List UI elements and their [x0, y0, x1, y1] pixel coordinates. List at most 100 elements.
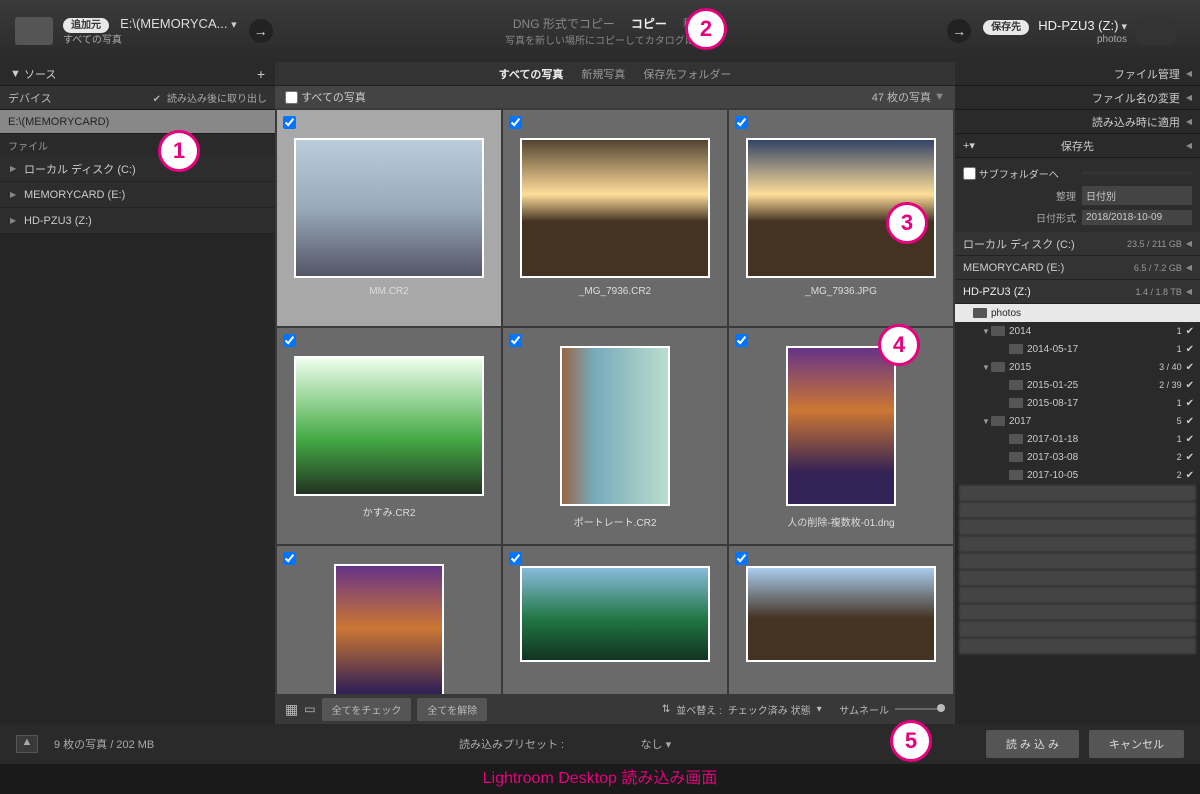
thumb-image [560, 346, 670, 506]
grid-footer: ▦ ▭ 全てをチェック 全てを解除 ⇅ 並べ替え : チェック済み 状態 ▾ サ… [275, 694, 955, 724]
volume-row[interactable]: ローカル ディスク (C:)23.5 / 211 GB◀ [955, 232, 1200, 256]
dest-device-icon [1137, 17, 1175, 45]
photo-count: 47 枚の写真 [872, 89, 931, 105]
thumbnail-cell[interactable] [503, 546, 727, 694]
thumb-checkbox[interactable] [735, 334, 748, 347]
filter-tab[interactable]: 新規写真 [581, 66, 625, 82]
grid-panel: すべての写真 新規写真 保存先フォルダー すべての写真 47 枚の写真 ▼ MM.C… [275, 62, 955, 724]
thumbnail-cell[interactable] [277, 546, 501, 694]
drive-row[interactable]: ローカル ディスク (C:) [0, 156, 275, 182]
tree-node[interactable]: 2014-05-171✔ [955, 340, 1200, 358]
grid-view-icon[interactable]: ▦ [285, 701, 298, 718]
filter-tab[interactable]: すべての写真 [499, 66, 564, 82]
sort-icon[interactable]: ⇅ [662, 704, 670, 715]
volume-row[interactable]: MEMORYCARD (E:)6.5 / 7.2 GB◀ [955, 256, 1200, 280]
eject-after-import[interactable]: 読み込み後に取り出し [167, 94, 267, 105]
uncheck-all-button[interactable]: 全てを解除 [417, 698, 487, 721]
status-text: 9 枚の写真 / 202 MB [54, 736, 154, 752]
expand-button[interactable]: ▲ [16, 735, 38, 753]
annotation-badge: 1 [158, 130, 200, 172]
thumb-checkbox[interactable] [283, 552, 296, 565]
thumbnail-cell[interactable] [729, 546, 953, 694]
section-file-handling[interactable]: ファイル管理 [955, 62, 1200, 86]
caption: Lightroom Desktop 読み込み画面 [0, 764, 1200, 788]
annotation-badge: 4 [878, 324, 920, 366]
tree-node[interactable]: 2015-08-171✔ [955, 394, 1200, 412]
source-device-icon [15, 17, 53, 45]
files-section-header: ファイル [0, 134, 275, 156]
thumb-image [786, 346, 896, 506]
dest-label[interactable]: 保存先 [983, 20, 1029, 35]
thumb-image [746, 566, 936, 662]
source-header[interactable]: ▼ ソース + [0, 62, 275, 86]
tree-node[interactable]: ▼20141✔ [955, 322, 1200, 340]
source-panel: ▼ ソース + デバイス ✔読み込み後に取り出し E:\(MEMORYCARD)… [0, 62, 275, 724]
thumb-checkbox[interactable] [283, 116, 296, 129]
import-button[interactable]: 読 み 込 み [986, 730, 1079, 758]
source-title[interactable]: E:\(MEMORYCA... [120, 16, 231, 31]
device-section-header: デバイス ✔読み込み後に取り出し [0, 86, 275, 110]
thumb-filename: 人の削除-複数枚-01.dng [787, 514, 894, 529]
tree-node[interactable]: 2017-01-181✔ [955, 430, 1200, 448]
drive-row[interactable]: HD-PZU3 (Z:) [0, 208, 275, 234]
plus-icon[interactable]: +▾ [963, 139, 975, 152]
annotation-badge: 2 [685, 8, 727, 50]
check-all-button[interactable]: 全てをチェック [322, 698, 412, 721]
thumb-image [294, 138, 484, 278]
chevron-down-icon[interactable]: ▼ [934, 91, 945, 103]
top-bar: 追加元 E:\(MEMORYCA... ▾ すべての写真 → DNG 形式でコピ… [0, 0, 1200, 62]
single-view-icon[interactable]: ▭ [304, 702, 315, 716]
mode-description: 写真を新しい場所にコピーしてカタログに追加 [285, 32, 936, 47]
cancel-button[interactable]: キャンセル [1089, 730, 1184, 758]
thumb-checkbox[interactable] [735, 116, 748, 129]
from-label[interactable]: 追加元 [63, 18, 109, 33]
preset-select[interactable]: なし [641, 739, 663, 751]
thumbnail-cell[interactable]: 人の削除-複数枚-01.dng [729, 328, 953, 544]
source-subtitle: すべての写真 [63, 35, 122, 46]
dest-title[interactable]: HD-PZU3 (Z:) [1038, 18, 1118, 33]
subfolder-checkbox[interactable] [963, 167, 976, 180]
tree-node[interactable]: 2017-03-082✔ [955, 448, 1200, 466]
tree-node[interactable]: 2017-10-052✔ [955, 466, 1200, 484]
thumb-checkbox[interactable] [509, 334, 522, 347]
annotation-badge: 3 [886, 202, 928, 244]
dateformat-select[interactable]: 2018/2018-10-09 [1082, 210, 1192, 225]
annotation-badge: 5 [890, 720, 932, 762]
organize-select[interactable]: 日付別 [1082, 186, 1192, 205]
count-bar: すべての写真 47 枚の写真 ▼ [275, 86, 955, 108]
thumbnail-cell[interactable]: かすみ.CR2 [277, 328, 501, 544]
thumb-image [520, 566, 710, 662]
section-apply[interactable]: 読み込み時に適用 [955, 110, 1200, 134]
add-source-icon[interactable]: + [257, 66, 265, 82]
tree-node[interactable]: 2015-01-252 / 39✔ [955, 376, 1200, 394]
section-rename[interactable]: ファイル名の変更 [955, 86, 1200, 110]
thumbnail-cell[interactable]: MM.CR2 [277, 110, 501, 326]
tree-node[interactable]: ▼20153 / 40✔ [955, 358, 1200, 376]
right-panel: ファイル管理 ファイル名の変更 読み込み時に適用 +▾ 保存先 サブフォルダーへ… [955, 62, 1200, 724]
thumbnail-grid: MM.CR2_MG_7936.CR2_MG_7936.JPGかすみ.CR2ポート… [275, 108, 955, 694]
thumb-checkbox[interactable] [735, 552, 748, 565]
device-row[interactable]: E:\(MEMORYCARD) [0, 110, 275, 134]
copy-mode-1[interactable]: コピー [631, 17, 667, 31]
section-destination[interactable]: +▾ 保存先 [955, 134, 1200, 158]
filter-tab[interactable]: 保存先フォルダー [643, 66, 731, 82]
thumbnail-cell[interactable]: _MG_7936.CR2 [503, 110, 727, 326]
drive-row[interactable]: MEMORYCARD (E:) [0, 182, 275, 208]
thumb-image [520, 138, 710, 278]
thumb-checkbox[interactable] [509, 116, 522, 129]
filter-bar: すべての写真 新規写真 保存先フォルダー [275, 62, 955, 86]
thumb-checkbox[interactable] [509, 552, 522, 565]
bottom-bar: ▲ 9 枚の写真 / 202 MB 読み込みプリセット : なし ▾ 読 み 込… [0, 724, 1200, 764]
arrow-right-icon: → [947, 19, 971, 43]
sort-value[interactable]: チェック済み 状態 [728, 702, 811, 717]
arrow-right-icon: → [249, 19, 273, 43]
thumb-filename: ポートレート.CR2 [574, 514, 657, 529]
tree-node[interactable]: photos [955, 304, 1200, 322]
copy-mode-0[interactable]: DNG 形式でコピー [513, 17, 615, 31]
volume-row[interactable]: HD-PZU3 (Z:)1.4 / 1.8 TB◀ [955, 280, 1200, 304]
thumb-checkbox[interactable] [283, 334, 296, 347]
thumb-size-slider[interactable] [895, 708, 945, 710]
thumbnail-cell[interactable]: ポートレート.CR2 [503, 328, 727, 544]
tree-node[interactable]: ▼20175✔ [955, 412, 1200, 430]
select-all-checkbox[interactable] [285, 91, 298, 104]
